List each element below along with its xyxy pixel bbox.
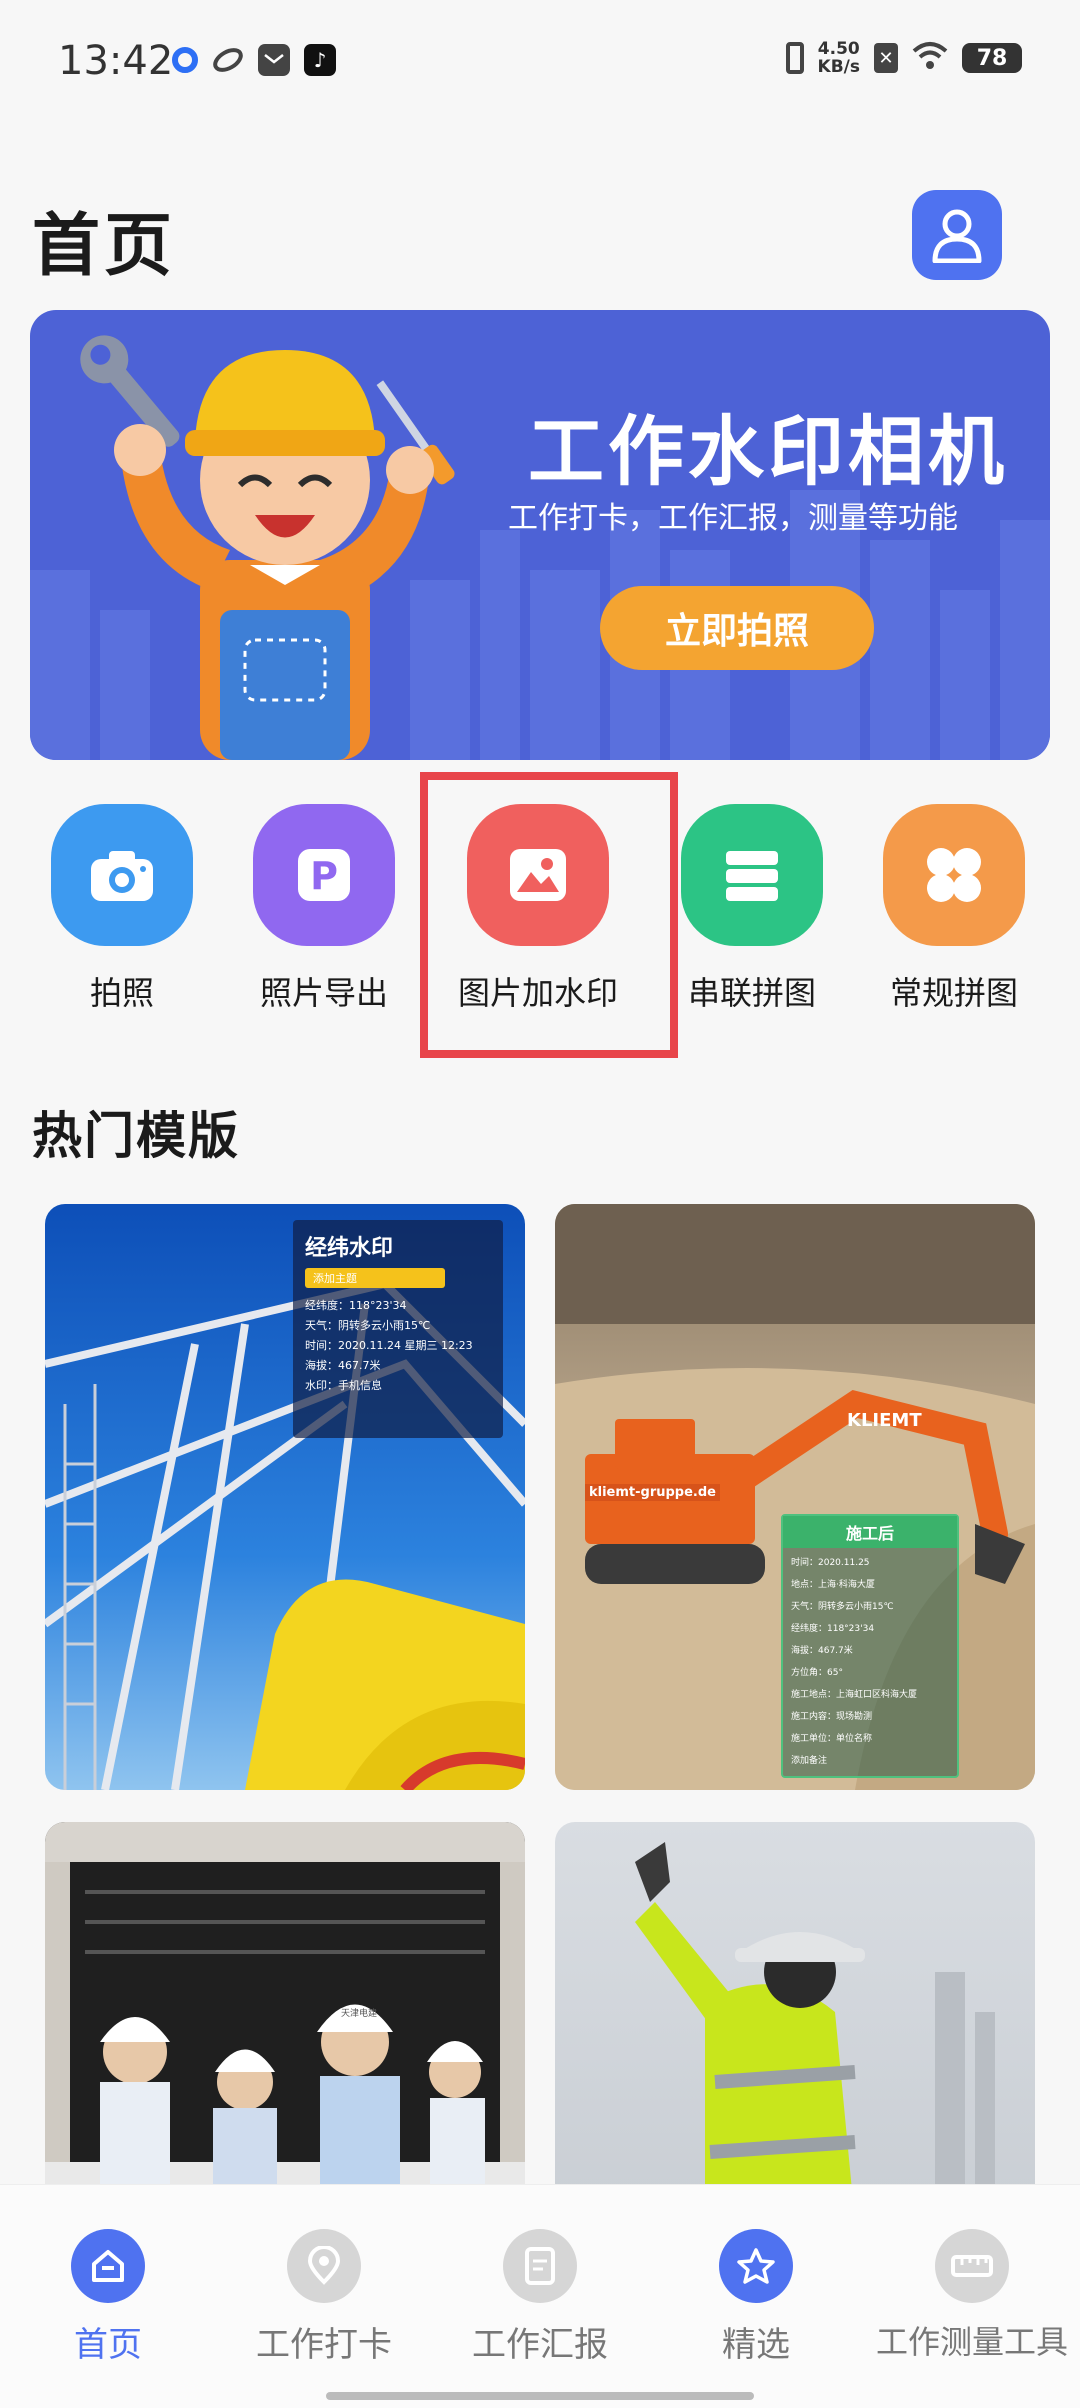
watermark-line: 经纬度：118°23'34 bbox=[305, 1299, 407, 1312]
nav-featured[interactable]: 精选 bbox=[648, 2229, 864, 2366]
watermark-line: 施工内容：现场勘测 bbox=[791, 1712, 873, 1722]
message-icon bbox=[258, 44, 290, 76]
home-icon bbox=[71, 2229, 145, 2303]
section-title: 热门模版 bbox=[32, 1107, 240, 1165]
status-bar: 13:42 ♪ 4.50 KB/s ✕ 78 bbox=[0, 0, 1080, 130]
ruler-icon bbox=[935, 2229, 1009, 2303]
template-card-construction[interactable]: KLIEMT kliemt-gruppe.de 施工后 时间：2020.11.2… bbox=[555, 1204, 1035, 1790]
speed-unit: KB/s bbox=[817, 57, 860, 77]
inspection-team-photo bbox=[45, 1822, 525, 2222]
sim-off-icon: ✕ bbox=[874, 43, 898, 73]
nav-label: 工作打卡 bbox=[256, 2325, 392, 2365]
location-icon bbox=[287, 2229, 361, 2303]
watermark-line: 施工地点：上海虹口区科海大厦 bbox=[791, 1690, 918, 1700]
quick-action-photo[interactable]: 拍照 bbox=[22, 804, 222, 1014]
nav-report[interactable]: 工作汇报 bbox=[432, 2229, 648, 2366]
camera-banner[interactable]: 工作水印相机 工作打卡，工作汇报，测量等功能 立即拍照 bbox=[30, 310, 1050, 760]
wifi-icon bbox=[912, 41, 948, 75]
nav-label: 精选 bbox=[722, 2325, 790, 2365]
banner-title: 工作水印相机 bbox=[528, 407, 1008, 496]
template-card-inspection[interactable]: 天津电建 bbox=[45, 1822, 525, 2222]
quick-action-grid-collage[interactable]: 常规拼图 bbox=[854, 804, 1054, 1014]
browser-icon bbox=[212, 44, 244, 76]
watermark-panel: 经纬水印 添加主题 经纬度：118°23'34 天气：阴转多云小雨15℃ 时间：… bbox=[293, 1220, 503, 1438]
status-time: 13:42 bbox=[58, 38, 174, 84]
speed-value: 4.50 bbox=[817, 39, 860, 59]
profile-button[interactable] bbox=[912, 190, 1002, 280]
quick-action-label: 常规拼图 bbox=[889, 974, 1018, 1012]
watermark-line: 时间：2020.11.24 星期三 12:23 bbox=[305, 1339, 473, 1352]
quick-action-label: 拍照 bbox=[89, 974, 154, 1012]
page-title: 首页 bbox=[32, 207, 177, 286]
nav-measure-tools[interactable]: 工作测量工具 bbox=[864, 2229, 1080, 2363]
report-icon bbox=[503, 2229, 577, 2303]
watermark-line: 水印：手机信息 bbox=[305, 1379, 382, 1392]
template-card-latlong[interactable]: 经纬水印 添加主题 经纬度：118°23'34 天气：阴转多云小雨15℃ 时间：… bbox=[45, 1204, 525, 1790]
excavator-site: kliemt-gruppe.de bbox=[585, 1484, 720, 1501]
watermark-panel: 施工后 时间：2020.11.25 地点：上海·科海大厦 天气：阴转多云小雨15… bbox=[781, 1514, 959, 1778]
quick-action-label: 照片导出 bbox=[259, 974, 388, 1012]
quick-action-label: 串联拼图 bbox=[687, 974, 816, 1012]
watermark-title: 经纬水印 bbox=[305, 1236, 394, 1261]
watermark-line: 方位角：65° bbox=[791, 1668, 843, 1678]
worker-illustration bbox=[80, 335, 455, 760]
watermark-line: 施工单位：单位名称 bbox=[791, 1734, 873, 1744]
vibrate-icon bbox=[785, 42, 804, 74]
template-card-traffic-worker[interactable] bbox=[555, 1822, 1035, 2222]
quick-action-export[interactable]: P 照片导出 bbox=[224, 804, 424, 1014]
camera-icon bbox=[51, 804, 193, 946]
bottom-navigation: 首页 工作打卡 工作汇报 精选 工作测量工具 bbox=[0, 2184, 1080, 2408]
battery-indicator: 78 bbox=[962, 43, 1022, 73]
highlight-frame bbox=[420, 772, 678, 1058]
nav-home[interactable]: 首页 bbox=[0, 2229, 216, 2366]
star-icon bbox=[719, 2229, 793, 2303]
banner-subtitle: 工作打卡，工作汇报，测量等功能 bbox=[508, 501, 958, 536]
nav-label: 工作汇报 bbox=[472, 2325, 608, 2365]
watermark-line: 地点：上海·科海大厦 bbox=[791, 1580, 875, 1590]
nav-checkin[interactable]: 工作打卡 bbox=[216, 2229, 432, 2366]
watermark-line: 添加备注 bbox=[791, 1756, 828, 1766]
p-icon: P bbox=[253, 804, 395, 946]
svg-text:P: P bbox=[310, 854, 338, 898]
watermark-line: 天气：阴转多云小雨15℃ bbox=[791, 1602, 894, 1612]
grid-icon bbox=[883, 804, 1025, 946]
record-icon bbox=[172, 47, 198, 73]
excavator-brand: KLIEMT bbox=[847, 1410, 922, 1431]
watermark-line: 经纬度：118°23'34 bbox=[791, 1624, 875, 1634]
watermark-line: 海拔：467.7米 bbox=[305, 1359, 381, 1372]
watermark-title: 施工后 bbox=[783, 1516, 957, 1548]
tiktok-icon: ♪ bbox=[304, 44, 336, 76]
helmet-text: 天津电建 bbox=[341, 2009, 378, 2019]
network-speed: 4.50 KB/s bbox=[818, 40, 860, 76]
take-photo-button[interactable]: 立即拍照 bbox=[600, 586, 874, 670]
traffic-worker-photo bbox=[635, 1842, 995, 2222]
nav-label: 首页 bbox=[74, 2325, 142, 2365]
stack-icon bbox=[681, 804, 823, 946]
nav-label: 工作测量工具 bbox=[875, 2323, 1068, 2361]
quick-action-serial-collage[interactable]: 串联拼图 bbox=[652, 804, 852, 1014]
user-icon bbox=[932, 209, 982, 263]
watermark-tag: 添加主题 bbox=[305, 1268, 445, 1288]
watermark-line: 海拔：467.7米 bbox=[791, 1646, 853, 1656]
watermark-line: 时间：2020.11.25 bbox=[791, 1558, 870, 1568]
home-indicator[interactable] bbox=[326, 2392, 754, 2400]
watermark-line: 天气：阴转多云小雨15℃ bbox=[305, 1319, 431, 1332]
